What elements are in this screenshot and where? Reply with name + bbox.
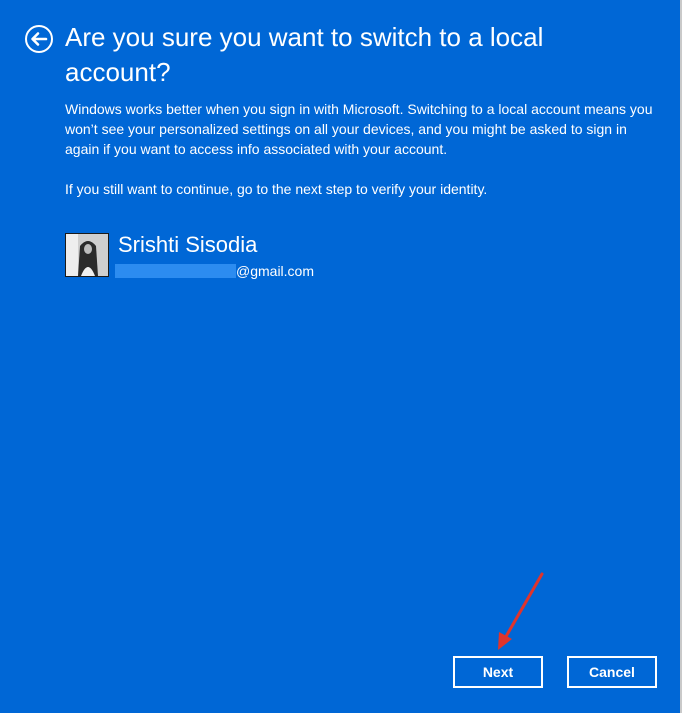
account-card: Srishti Sisodia @gmail.com <box>65 232 465 280</box>
switch-to-local-account-dialog: Are you sure you want to switch to a loc… <box>0 0 682 713</box>
email-domain: @gmail.com <box>236 262 315 279</box>
continue-instruction-text: If you still want to continue, go to the… <box>65 181 488 197</box>
page-title: Are you sure you want to switch to a loc… <box>65 22 544 87</box>
cancel-button[interactable]: Cancel <box>567 656 657 688</box>
back-button[interactable] <box>24 24 54 54</box>
explanation-text: Windows works better when you sign in wi… <box>65 101 653 157</box>
email-redaction-bar <box>115 263 236 278</box>
avatar <box>65 233 109 277</box>
back-arrow-icon <box>25 25 53 53</box>
account-name: Srishti Sisodia <box>118 232 258 257</box>
annotation-arrow-icon <box>498 572 544 650</box>
next-button[interactable]: Next <box>453 656 543 688</box>
account-email: @gmail.com <box>115 262 314 280</box>
